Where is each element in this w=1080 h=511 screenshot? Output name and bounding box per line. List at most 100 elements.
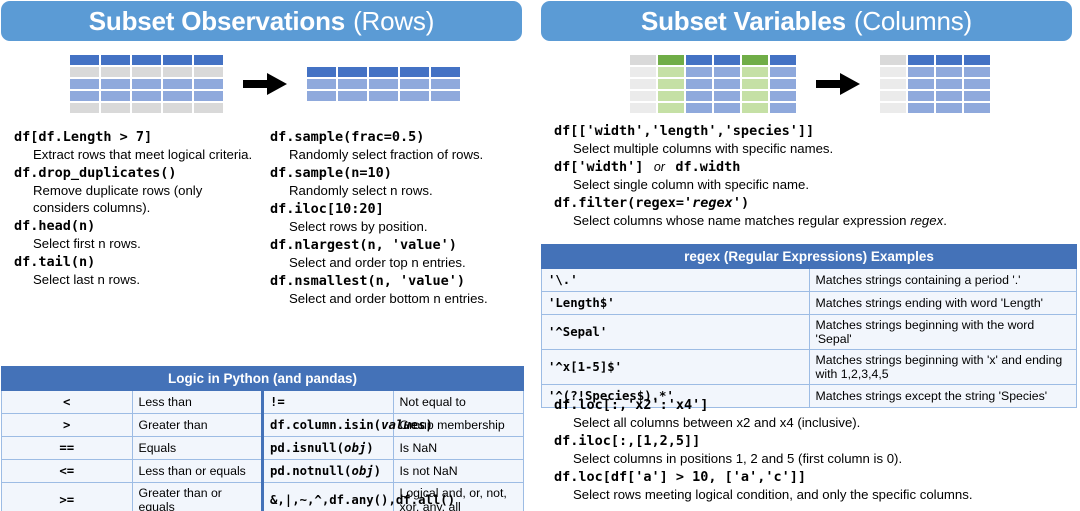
banner-title-light: (Columns) [853, 5, 972, 36]
logic-operator-2: pd.notnull(obj) [261, 459, 394, 483]
table-row: '\.' Matches strings containing a period … [541, 268, 1077, 292]
diagram-cell [307, 79, 336, 89]
diagram-cell [880, 79, 906, 89]
diagram-row [630, 79, 796, 89]
diagram-cell [714, 79, 740, 89]
diagram-cell [770, 55, 796, 65]
code-description: Select rows meeting logical condition, a… [573, 487, 973, 502]
diagram-cell [400, 79, 429, 89]
diagram-cell [194, 79, 223, 89]
diagram-cell [714, 103, 740, 113]
diagram-cell [908, 55, 934, 65]
diagram-row [70, 91, 223, 101]
diagram-cell [770, 103, 796, 113]
diagram-cell [658, 91, 684, 101]
diagram-cell [630, 91, 656, 101]
code-description: Select and order top n entries. [289, 254, 466, 270]
diagram-cell [742, 67, 768, 77]
diagram-row [630, 91, 796, 101]
diagram-cell [338, 79, 367, 89]
diagram-cell [70, 91, 99, 101]
code-snippet: df.head(n) [14, 217, 96, 234]
regex-meaning: Matches strings ending with word 'Length… [808, 291, 1077, 315]
diagram-cell [630, 67, 656, 77]
diagram-cell [163, 91, 192, 101]
diagram-cell [686, 91, 712, 101]
regex-pattern: 'Length$' [541, 291, 810, 315]
code-snippet: df.filter(regex='regex') [554, 194, 750, 211]
diagram-cell [307, 67, 336, 77]
diagram-cell [630, 55, 656, 65]
logic-meaning-2: Group membership [392, 413, 524, 437]
diagram-cell [686, 55, 712, 65]
logic-operator: <= [1, 459, 133, 483]
diagram-row [880, 91, 990, 101]
logic-meaning: Equals [131, 436, 263, 460]
logic-meaning-2: Is not NaN [392, 459, 524, 483]
table-row: == Equals pd.isnull(obj) Is NaN [1, 436, 524, 460]
diagram-row [70, 103, 223, 113]
diagram-cell [163, 79, 192, 89]
diagram-cell [400, 91, 429, 101]
diagram-row [70, 55, 223, 65]
code-description: Randomly select fraction of rows. [289, 147, 484, 163]
diagram-cell [936, 67, 962, 77]
code-description: Extract rows that meet logical criteria. [33, 147, 253, 163]
source-table-diagram [70, 55, 223, 113]
diagram-cell [964, 79, 990, 89]
diagram-cell [132, 55, 161, 65]
diagram-cell [686, 67, 712, 77]
logic-in-python-table: Logic in Python (and pandas) < Less than!… [1, 366, 524, 511]
logic-meaning: Greater than or equals [131, 482, 263, 511]
diagram-row [70, 67, 223, 77]
diagram-row [630, 55, 796, 65]
diagram-cell [101, 55, 130, 65]
subset-observations-banner: Subset Observations (Rows) [1, 1, 522, 41]
diagram-cell [101, 91, 130, 101]
diagram-cell [936, 79, 962, 89]
banner-title-bold: Subset Observations [88, 5, 346, 36]
diagram-cell [70, 55, 99, 65]
regex-meaning: Matches strings beginning with 'x' and e… [808, 349, 1077, 385]
diagram-cell [908, 103, 934, 113]
columns-diagram [540, 50, 1080, 118]
rows-code-column-1: df[df.Length > 7] Extract rows that meet … [0, 128, 262, 308]
table-row: '^Sepal' Matches strings beginning with t… [541, 314, 1077, 350]
diagram-row [307, 79, 460, 89]
logic-operator: > [1, 413, 133, 437]
diagram-cell [194, 103, 223, 113]
code-snippet: df.nsmallest(n, 'value') [270, 272, 466, 289]
regex-pattern: '\.' [541, 268, 810, 292]
regex-meaning: Matches strings beginning with the word … [808, 314, 1077, 350]
cheatsheet-page: Subset Observations (Rows) df[df.Length … [0, 0, 1080, 511]
diagram-cell [658, 79, 684, 89]
diagram-cell [194, 55, 223, 65]
code-snippet: df.iloc[10:20] [270, 200, 384, 217]
diagram-cell [431, 79, 460, 89]
diagram-cell [163, 67, 192, 77]
logic-operator: == [1, 436, 133, 460]
table-row: >Greater thandf.column.isin(values)Group… [1, 413, 524, 437]
logic-operator: < [1, 390, 133, 414]
diagram-cell [686, 79, 712, 89]
diagram-cell [630, 103, 656, 113]
diagram-cell [369, 79, 398, 89]
code-description: Select columns in positions 1, 2 and 5 (… [573, 451, 903, 467]
logic-operator-2: != [261, 390, 394, 414]
code-description: Select single column with specific name. [573, 177, 810, 193]
code-description: Remove duplicate rows (only considers co… [33, 183, 203, 215]
result-columns-diagram [880, 55, 990, 113]
subset-observations-panel: Subset Observations (Rows) df[df.Length … [0, 0, 530, 511]
diagram-cell [307, 91, 336, 101]
code-description: Select rows by position. [289, 219, 428, 234]
logic-operator-2: &,|,~,^,df.any(),df.all() [261, 482, 455, 511]
diagram-cell [880, 67, 906, 77]
code-snippet: df.drop_duplicates() [14, 164, 177, 181]
regex-table-header-row: regex (Regular Expressions) Examples [541, 244, 1077, 269]
code-snippet: df['width'] or df.width [554, 158, 741, 175]
diagram-cell [964, 103, 990, 113]
regex-meaning: Matches strings containing a period '.' [808, 268, 1077, 292]
table-row: 'Length$' Matches strings ending with wor… [541, 291, 1077, 315]
code-snippet: df[['width','length','species']] [554, 123, 815, 139]
logic-meaning: Less than [131, 390, 263, 414]
